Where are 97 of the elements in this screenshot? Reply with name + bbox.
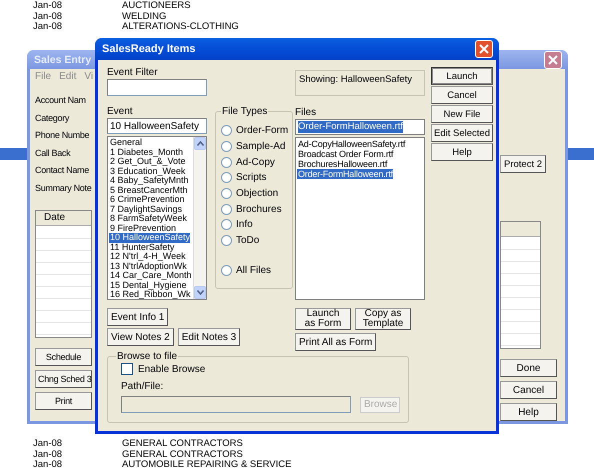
group-label: Browse to file xyxy=(116,351,178,362)
event-filter-field[interactable] xyxy=(107,79,207,96)
event-item[interactable]: 10 HalloweenSafety xyxy=(109,233,190,242)
radio-icon[interactable] xyxy=(221,141,232,152)
radio-icon[interactable] xyxy=(221,156,232,168)
radio-icon[interactable] xyxy=(221,264,232,276)
radio-option[interactable]: Order-Form xyxy=(221,123,288,139)
field-label: Phone Numbe xyxy=(35,129,90,142)
category-text: ALTERATIONS-CLOTHING xyxy=(122,22,239,32)
event-item[interactable]: 3 Education_Week xyxy=(109,166,186,176)
window-button[interactable]: Help xyxy=(500,403,557,421)
radio-option[interactable]: Objection xyxy=(221,186,288,202)
window-title: Sales Entry xyxy=(34,54,92,66)
radio-option[interactable]: ToDo xyxy=(221,232,288,248)
event-item[interactable]: General xyxy=(109,138,142,148)
date-text: Jan-08 xyxy=(33,460,64,470)
event-item[interactable]: 2 Get_Out_&_Vote xyxy=(109,157,186,166)
event-item[interactable]: 7 DaylightSavings xyxy=(109,204,182,214)
enable-browse-checkbox[interactable]: Enable Browse xyxy=(121,362,400,376)
action-button[interactable]: Copy as Template xyxy=(355,308,411,330)
window-title: SalesReady Items xyxy=(102,43,196,55)
date-text: Jan-08 xyxy=(33,22,64,32)
close-button[interactable] xyxy=(544,50,562,68)
close-icon xyxy=(548,54,558,64)
category-text: AUCTIONEERS xyxy=(122,1,191,12)
column-header: Date xyxy=(36,210,91,226)
event-info-button[interactable]: Event Info 1 xyxy=(107,308,168,326)
dialog-button[interactable]: Launch xyxy=(431,67,493,85)
document-list[interactable]: Ad-CopyHalloweenSafety.rtf Broadcast Order Form.rtf BrochuresHalloween.rtf Order-FormHalloween.rtf xyxy=(295,137,425,300)
category-text: AUTOMOBILE REPAIRING & SERVICE xyxy=(122,460,292,470)
dialog-button[interactable]: New File xyxy=(431,105,493,123)
event-item[interactable]: 8 FarmSafetyWeek xyxy=(109,214,187,224)
radio-option[interactable]: Scripts xyxy=(221,170,288,186)
field-label: Event Filter xyxy=(107,66,159,79)
radio-icon[interactable] xyxy=(221,125,232,136)
event-list[interactable] xyxy=(107,136,207,300)
radio-icon[interactable] xyxy=(221,204,232,215)
field-label: Contact Name xyxy=(35,164,90,178)
date-text: Jan-08 xyxy=(33,450,64,460)
radio-option[interactable]: Brochures xyxy=(221,201,288,218)
event-item[interactable]: 13 N'trlAdoptionWk xyxy=(109,262,187,271)
scroll-up-icon xyxy=(196,141,204,146)
event-field[interactable]: 10 HalloweenSafety xyxy=(107,118,207,134)
event-item[interactable]: 15 Dental_Hygiene xyxy=(109,280,187,290)
radio-option[interactable]: Ad-Copy xyxy=(221,154,288,170)
scrollbar[interactable] xyxy=(193,137,206,299)
event-item[interactable]: 9 FirePrevention xyxy=(109,224,176,233)
date-text: Jan-08 xyxy=(33,439,64,450)
event-item[interactable]: 16 Red_Ribbon_Wk xyxy=(109,290,191,299)
notes-button[interactable]: View Notes 2 xyxy=(107,328,174,346)
dialog-button[interactable]: Cancel xyxy=(431,86,493,104)
event-item[interactable]: 5 BreastCancerMth xyxy=(109,186,188,195)
event-item[interactable]: 4 Baby_SafetyMnth xyxy=(109,176,189,186)
radio-icon[interactable] xyxy=(221,235,232,246)
field-label: Account Nam xyxy=(35,94,87,107)
event-item[interactable]: 12 N'trl_4-H_Week xyxy=(109,252,186,262)
scroll-down-icon xyxy=(196,290,204,295)
event-item[interactable]: 14 Car_Care_Month xyxy=(109,271,192,280)
radio-icon[interactable] xyxy=(221,188,232,200)
category-text: GENERAL CONTRACTORS xyxy=(122,439,243,450)
dialog-button[interactable]: Edit Selected xyxy=(431,124,493,142)
field-label: Summary Note xyxy=(35,182,92,195)
event-item[interactable]: 1 Diabetes_Month xyxy=(109,148,184,157)
radio-icon[interactable] xyxy=(221,219,232,230)
window-button[interactable]: Schedule xyxy=(35,348,92,366)
radio-option[interactable]: Sample-Ad xyxy=(221,138,288,154)
event-item[interactable]: 6 CrimePrevention xyxy=(109,195,185,204)
list-entry[interactable]: Broadcast Order Form.rtf xyxy=(297,149,394,159)
window-button[interactable]: Print xyxy=(35,392,92,410)
radio-option[interactable]: All Files xyxy=(221,262,288,278)
group-label: File Types xyxy=(221,106,268,117)
protect-button[interactable]: Protect 2 xyxy=(500,155,546,173)
field-label: Category xyxy=(35,112,70,125)
window-button[interactable]: Cancel xyxy=(500,381,557,399)
close-icon xyxy=(479,44,489,54)
event-item[interactable]: 11 HunterSafety xyxy=(109,242,174,252)
field-label: Files xyxy=(295,106,318,119)
notes-button[interactable]: Edit Notes 3 xyxy=(178,328,240,346)
radio-option[interactable]: Info xyxy=(221,217,288,233)
field-label: Path/File: xyxy=(121,380,164,393)
field-label: Event xyxy=(107,105,134,118)
category-text: GENERAL CONTRACTORS xyxy=(122,450,243,460)
close-button[interactable] xyxy=(475,40,493,58)
date-text: Jan-08 xyxy=(33,1,64,12)
showing-text: Showing: HalloweenSafety xyxy=(295,70,425,96)
radio-icon[interactable] xyxy=(221,172,232,184)
window-button[interactable]: Done xyxy=(500,359,557,377)
dialog-button[interactable]: Help xyxy=(431,143,493,161)
category-text: WELDING xyxy=(122,12,166,22)
print-all-button[interactable]: Print All as Form xyxy=(295,333,376,351)
file-name-field[interactable]: Order-FormHalloween.rtf xyxy=(295,119,425,135)
list-entry[interactable]: BrochuresHalloween.rtf xyxy=(297,159,388,169)
list-entry[interactable]: Ad-CopyHalloweenSafety.rtf xyxy=(297,139,406,149)
list-entry[interactable]: Order-FormHalloween.rtf xyxy=(297,169,393,179)
date-text: Jan-08 xyxy=(33,12,64,22)
field-label: Call Back xyxy=(35,146,72,160)
action-button[interactable]: Launch as Form xyxy=(295,308,351,330)
